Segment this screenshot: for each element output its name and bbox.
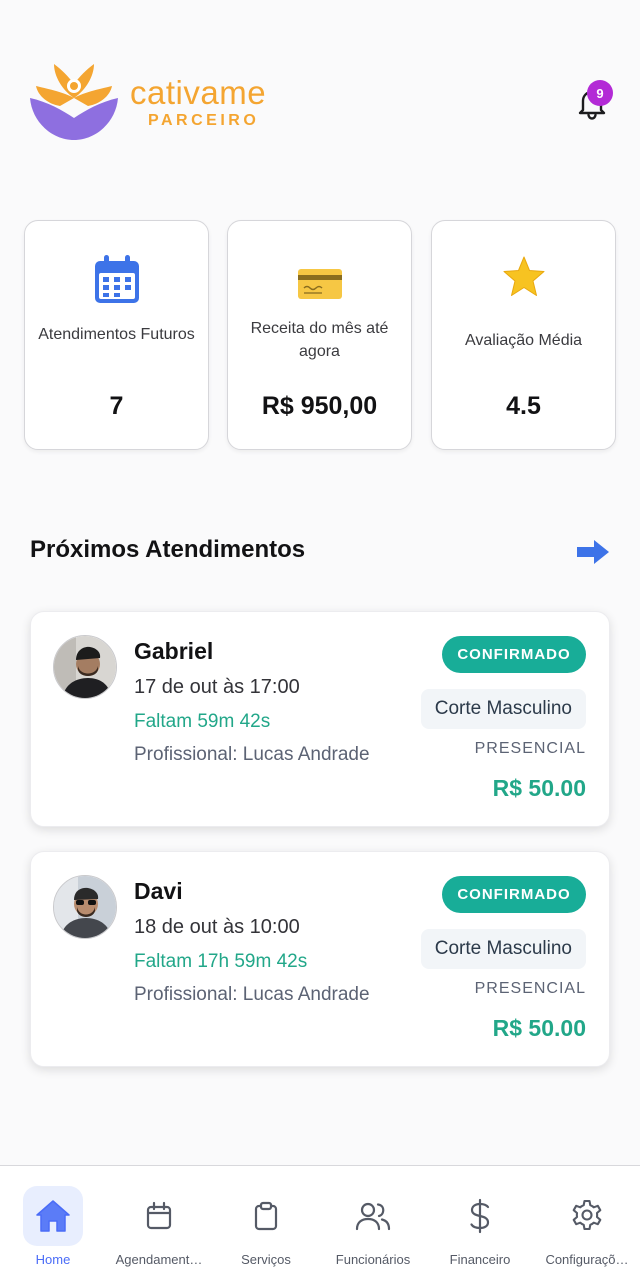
stat-value: R$ 950,00 bbox=[261, 392, 378, 420]
home-icon bbox=[36, 1200, 70, 1232]
status-badge[interactable]: CONFIRMADO bbox=[442, 876, 586, 913]
nav-label: Configuraçõ… bbox=[545, 1252, 629, 1267]
nav-icon-wrap bbox=[343, 1186, 403, 1246]
nav-item-appointments[interactable]: Agendament… bbox=[106, 1186, 212, 1267]
stat-card-revenue: Receita do mês até agora R$ 950,00 bbox=[227, 220, 412, 450]
nav-icon-wrap bbox=[450, 1186, 510, 1246]
stat-value: 4.5 bbox=[506, 392, 541, 420]
service-chip: Corte Masculino bbox=[420, 689, 586, 729]
credit-card-icon bbox=[297, 269, 342, 299]
notification-badge: 9 bbox=[587, 80, 613, 106]
clipboard-icon bbox=[254, 1201, 278, 1231]
stat-card-rating: Avaliação Média 4.5 bbox=[431, 220, 616, 450]
professional: Profissional: Lucas Andrade bbox=[134, 744, 370, 765]
arrow-right-icon[interactable] bbox=[574, 536, 612, 568]
stat-value: 7 bbox=[109, 392, 124, 420]
nav-label: Funcionários bbox=[335, 1252, 411, 1267]
price: R$ 50.00 bbox=[492, 1015, 586, 1041]
price: R$ 50.00 bbox=[492, 775, 586, 801]
nav-item-home[interactable]: Home bbox=[0, 1186, 106, 1267]
nav-icon-wrap bbox=[557, 1186, 617, 1246]
stat-label: Receita do mês até agora bbox=[250, 320, 389, 360]
avatar bbox=[53, 875, 117, 939]
nav-label: Home bbox=[35, 1252, 71, 1267]
brand-subtitle: PARCEIRO bbox=[148, 112, 260, 129]
dollar-icon bbox=[470, 1198, 490, 1234]
calendar-icon bbox=[94, 255, 139, 303]
appointment-card[interactable]: Gabriel 17 de out às 17:00 Faltam 59m 42… bbox=[30, 611, 610, 827]
service-chip: Corte Masculino bbox=[420, 929, 586, 969]
countdown: Faltam 59m 42s bbox=[134, 711, 271, 732]
appointment-card[interactable]: Davi 18 de out às 10:00 Faltam 17h 59m 4… bbox=[30, 851, 610, 1067]
status-badge[interactable]: CONFIRMADO bbox=[442, 636, 586, 673]
nav-icon-wrap bbox=[23, 1186, 83, 1246]
appointment-date: 18 de out às 10:00 bbox=[134, 916, 300, 938]
nav-icon-wrap bbox=[129, 1186, 189, 1246]
brand-name: cativame bbox=[130, 74, 267, 111]
bottom-navigation: Home Agendament… Serviços Funcionários F… bbox=[0, 1165, 640, 1287]
nav-item-settings[interactable]: Configuraçõ… bbox=[534, 1186, 640, 1267]
nav-item-finance[interactable]: Financeiro bbox=[427, 1186, 533, 1267]
service-mode: PRESENCIAL bbox=[474, 740, 586, 757]
stat-card-upcoming: Atendimentos Futuros 7 bbox=[24, 220, 209, 450]
avatar bbox=[53, 635, 117, 699]
client-name: Davi bbox=[134, 878, 183, 904]
stats-row: Atendimentos Futuros 7 Receita do mês at… bbox=[24, 220, 616, 450]
nav-item-services[interactable]: Serviços bbox=[213, 1186, 319, 1267]
nav-item-employees[interactable]: Funcionários bbox=[320, 1186, 426, 1267]
gear-icon bbox=[572, 1199, 602, 1231]
nav-label: Serviços bbox=[241, 1252, 291, 1267]
star-icon bbox=[503, 256, 544, 296]
nav-label: Agendament… bbox=[115, 1252, 203, 1267]
countdown: Faltam 17h 59m 42s bbox=[134, 951, 308, 972]
client-name: Gabriel bbox=[134, 638, 214, 664]
calendar-icon bbox=[146, 1201, 172, 1230]
lotus-logo-icon bbox=[30, 64, 118, 140]
nav-label: Financeiro bbox=[449, 1252, 511, 1267]
header: cativame PARCEIRO 9 bbox=[0, 0, 640, 180]
users-icon bbox=[355, 1202, 391, 1231]
service-mode: PRESENCIAL bbox=[474, 980, 586, 997]
professional: Profissional: Lucas Andrade bbox=[134, 984, 370, 1005]
section-title: Próximos Atendimentos bbox=[30, 536, 306, 563]
appointment-date: 17 de out às 17:00 bbox=[134, 676, 300, 698]
nav-icon-wrap bbox=[236, 1186, 296, 1246]
stat-label: Atendimentos Futuros bbox=[38, 326, 195, 343]
stat-label: Avaliação Média bbox=[464, 332, 583, 349]
